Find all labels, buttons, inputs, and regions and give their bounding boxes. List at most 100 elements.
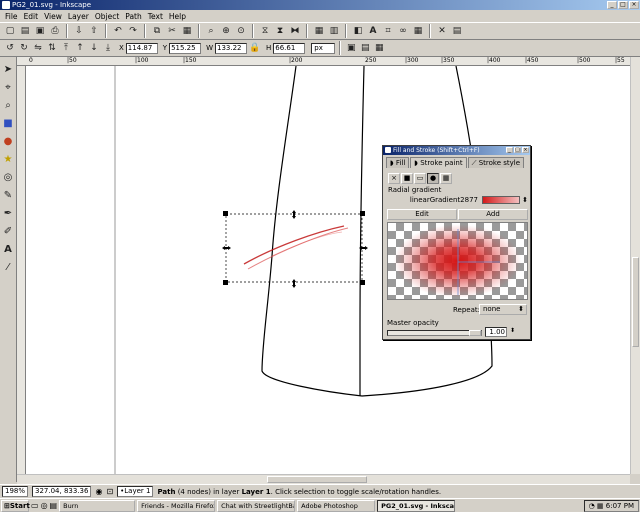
zoom-drawing-icon[interactable]: ⊕ <box>220 25 232 37</box>
scale-handle[interactable] <box>360 280 365 285</box>
preferences-icon[interactable]: ✕ <box>436 25 448 37</box>
flip-horizontal-icon[interactable]: ⇋ <box>32 42 44 54</box>
rotate-cw-icon[interactable]: ↻ <box>18 42 30 54</box>
taskbar-item-photoshop[interactable]: Adobe Photoshop <box>297 499 376 512</box>
red-stroke-3[interactable] <box>271 231 343 257</box>
scale-handle[interactable] <box>292 279 296 288</box>
horizontal-scrollbar[interactable] <box>17 474 630 484</box>
no-paint-button[interactable]: × <box>388 173 400 184</box>
new-document-icon[interactable]: ▢ <box>4 25 16 37</box>
close-button[interactable]: × <box>522 147 529 153</box>
spinner-arrows-icon[interactable]: ⬍ <box>510 327 515 334</box>
menu-view[interactable]: View <box>44 12 62 21</box>
ungroup-icon[interactable]: ▥ <box>328 25 340 37</box>
taskbar-item-firefox[interactable]: Friends - Mozilla Firefox <box>137 499 216 512</box>
group-icon[interactable]: ▦ <box>313 25 325 37</box>
menu-text[interactable]: Text <box>148 12 163 21</box>
close-button[interactable]: × <box>629 1 639 9</box>
scale-handle[interactable] <box>222 246 231 250</box>
rotate-ccw-icon[interactable]: ↺ <box>4 42 16 54</box>
linear-gradient-button[interactable]: ▭ <box>414 173 426 184</box>
red-stroke-2[interactable] <box>247 227 349 270</box>
node-tool-icon[interactable]: ⌖ <box>2 81 14 93</box>
layer-select[interactable]: •Layer 1 <box>117 486 154 497</box>
edit-gradient-button[interactable]: Edit <box>387 209 457 220</box>
clone-icon[interactable]: ⧗ <box>274 25 286 37</box>
raise-icon[interactable]: ↑ <box>74 42 86 54</box>
minimize-button[interactable]: _ <box>506 147 513 153</box>
save-icon[interactable]: ▣ <box>34 25 46 37</box>
tab-stroke-paint[interactable]: ◗ Stroke paint <box>410 157 467 168</box>
scrollbar-thumb[interactable] <box>632 257 639 347</box>
raise-top-icon[interactable]: ⤒ <box>60 42 72 54</box>
scale-handle[interactable] <box>223 280 228 285</box>
slider-knob[interactable] <box>469 330 481 336</box>
zoom-tool-icon[interactable]: ⌕ <box>2 99 14 111</box>
unlink-clone-icon[interactable]: ⧓ <box>289 25 301 37</box>
y-field[interactable]: 515.25 <box>169 42 202 54</box>
undo-icon[interactable]: ↶ <box>112 25 124 37</box>
align-icon[interactable]: ∞ <box>397 25 409 37</box>
h-field[interactable]: 66.61 <box>273 42 306 54</box>
volume-icon[interactable]: ◔ <box>589 502 595 510</box>
unit-select[interactable]: px <box>311 42 336 54</box>
gradient-select[interactable]: linearGradient2877 ⬍ <box>388 194 528 206</box>
dialog-titlebar[interactable]: Fill and Stroke (Shift+Ctrl+F) _ □ × <box>383 146 530 155</box>
taskbar-item-inkscape[interactable]: PG2_01.svg - Inkscape <box>377 499 456 512</box>
spiral-tool-icon[interactable]: ◎ <box>2 171 14 183</box>
xml-editor-icon[interactable]: ⌗ <box>382 25 394 37</box>
drawing-canvas[interactable] <box>26 66 630 474</box>
network-icon[interactable]: ▦ <box>597 502 604 510</box>
print-icon[interactable]: ⎙ <box>49 25 61 37</box>
taskbar-item-burn[interactable]: Burn <box>59 499 136 512</box>
scale-handle[interactable] <box>292 210 296 219</box>
paste-icon[interactable]: ▦ <box>181 25 193 37</box>
opacity-field[interactable]: 1.00 <box>485 327 507 337</box>
lock-icon[interactable]: 🔒 <box>249 42 261 54</box>
menu-file[interactable]: File <box>5 12 18 21</box>
move-gradients-icon[interactable]: ▦ <box>373 42 385 54</box>
w-field[interactable]: 133.22 <box>215 42 247 54</box>
scale-handle[interactable] <box>223 211 228 216</box>
clock[interactable]: 6:07 PM <box>606 502 634 510</box>
tab-fill[interactable]: ◗ Fill <box>386 157 410 168</box>
ellipse-tool-icon[interactable]: ● <box>2 135 14 147</box>
lower-bottom-icon[interactable]: ⤓ <box>102 42 114 54</box>
menu-path[interactable]: Path <box>125 12 141 21</box>
export-icon[interactable]: ⇧ <box>88 25 100 37</box>
lower-icon[interactable]: ↓ <box>88 42 100 54</box>
tab-stroke-style[interactable]: ⟋ Stroke style <box>467 157 525 168</box>
opacity-slider[interactable] <box>387 330 482 336</box>
vertical-scrollbar[interactable] <box>630 57 640 474</box>
rectangle-tool-icon[interactable]: ■ <box>2 117 14 129</box>
maximize-button[interactable]: □ <box>514 147 521 153</box>
taskbar-item-chat[interactable]: Chat with StreetlightBat... <box>217 499 296 512</box>
drawn-path-left[interactable] <box>261 66 363 397</box>
document-properties-icon[interactable]: ▤ <box>451 25 463 37</box>
redo-icon[interactable]: ↷ <box>127 25 139 37</box>
x-field[interactable]: 114.87 <box>125 42 158 54</box>
scale-handle[interactable] <box>360 211 365 216</box>
selector-tool-icon[interactable]: ➤ <box>2 63 14 75</box>
maximize-button[interactable]: □ <box>618 1 628 9</box>
start-button[interactable]: ⊞Start <box>1 499 30 512</box>
lock-icon[interactable]: ⊡ <box>106 487 113 496</box>
radial-gradient-button[interactable]: ● <box>427 173 439 184</box>
menu-layer[interactable]: Layer <box>68 12 89 21</box>
dropper-tool-icon[interactable]: ⁄ <box>2 261 14 273</box>
menu-object[interactable]: Object <box>95 12 119 21</box>
copy-icon[interactable]: ⧉ <box>151 25 163 37</box>
scale-stroke-icon[interactable]: ▣ <box>345 42 357 54</box>
scrollbar-thumb[interactable] <box>267 476 367 483</box>
eye-icon[interactable]: ◉ <box>95 487 102 496</box>
open-icon[interactable]: ▤ <box>19 25 31 37</box>
duplicate-icon[interactable]: ⧖ <box>259 25 271 37</box>
import-icon[interactable]: ⇩ <box>73 25 85 37</box>
gradient-preview[interactable] <box>387 222 528 300</box>
scale-corners-icon[interactable]: ▤ <box>359 42 371 54</box>
fill-stroke-icon[interactable]: ◧ <box>352 25 364 37</box>
zoom-field[interactable]: 198% <box>2 486 29 497</box>
add-gradient-button[interactable]: Add <box>458 209 528 220</box>
zoom-selection-icon[interactable]: ⌕ <box>205 25 217 37</box>
red-stroke-1[interactable] <box>243 225 345 265</box>
